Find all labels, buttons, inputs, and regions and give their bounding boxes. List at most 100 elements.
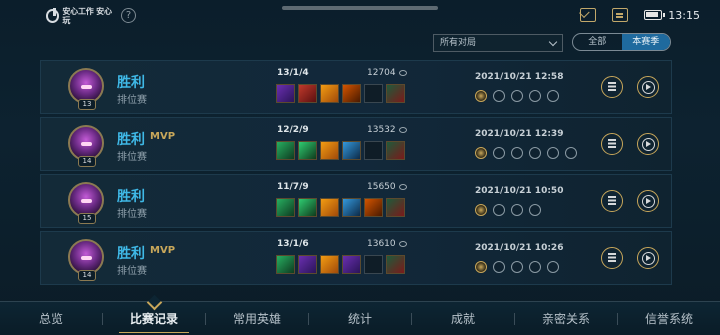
nav-overview[interactable]: 总览 xyxy=(0,302,102,335)
match-datetime: 2021/10/21 10:50 xyxy=(475,186,564,196)
rune-icon xyxy=(529,261,541,273)
match-row[interactable]: 14 胜利 MVP 排位赛 12/2/9 13532 2021/10/21 12… xyxy=(40,117,672,171)
season-option-current[interactable]: 本赛季 xyxy=(621,34,670,50)
item-slot[interactable] xyxy=(298,141,317,160)
chat-icon[interactable] xyxy=(612,8,629,22)
item-slot[interactable] xyxy=(298,84,317,103)
match-mode: 排位赛 xyxy=(117,95,147,106)
item-slot[interactable] xyxy=(364,198,383,217)
item-slot[interactable] xyxy=(320,198,339,217)
queue-filter-value: 所有对局 xyxy=(440,38,477,48)
match-gold: 12704 xyxy=(367,68,407,78)
clipboard-icon[interactable] xyxy=(580,8,597,22)
bottom-navigation: 总览 比赛记录 常用英雄 统计 成就 亲密关系 信誉系统 xyxy=(0,301,720,335)
match-row[interactable]: 15 胜利 排位赛 11/7/9 15650 2021/10/21 10:50 xyxy=(40,174,672,228)
help-icon[interactable]: ? xyxy=(121,8,136,23)
item-slot[interactable] xyxy=(276,141,295,160)
rune-list xyxy=(475,204,541,216)
match-datetime: 2021/10/21 12:58 xyxy=(475,72,564,82)
match-gold: 13610 xyxy=(367,239,407,249)
rune-icon xyxy=(511,90,523,102)
item-slot[interactable] xyxy=(276,255,295,274)
rune-list xyxy=(475,261,559,273)
drag-handle[interactable] xyxy=(282,6,438,10)
rune-icon xyxy=(511,204,523,216)
match-mode: 排位赛 xyxy=(117,266,147,277)
match-replay-button[interactable] xyxy=(637,133,659,155)
rune-icon xyxy=(529,147,541,159)
champion-level: 14 xyxy=(78,270,96,281)
rune-list xyxy=(475,147,577,159)
match-replay-button[interactable] xyxy=(637,190,659,212)
season-toggle[interactable]: 全部 本赛季 xyxy=(572,33,671,51)
match-row[interactable]: 14 胜利 MVP 排位赛 13/1/6 13610 2021/10/21 10… xyxy=(40,231,672,285)
item-slot[interactable] xyxy=(342,198,361,217)
logo-mark-icon xyxy=(46,8,60,23)
item-slot[interactable] xyxy=(342,255,361,274)
gold-value: 12704 xyxy=(367,68,396,78)
trinket-slot[interactable] xyxy=(386,141,405,160)
keystone-rune-icon xyxy=(475,261,487,273)
item-build xyxy=(276,141,405,160)
rune-icon xyxy=(547,90,559,102)
rune-icon xyxy=(493,204,505,216)
match-details-button[interactable] xyxy=(601,190,623,212)
item-slot[interactable] xyxy=(342,84,361,103)
keystone-rune-icon xyxy=(475,204,487,216)
trinket-slot[interactable] xyxy=(386,84,405,103)
rune-icon xyxy=(565,147,577,159)
nav-match-history[interactable]: 比赛记录 xyxy=(103,302,205,335)
item-slot[interactable] xyxy=(320,84,339,103)
match-details-button[interactable] xyxy=(601,133,623,155)
nav-favorite-champions[interactable]: 常用英雄 xyxy=(206,302,308,335)
match-kda: 13/1/6 xyxy=(277,239,309,249)
match-result: 胜利 xyxy=(117,246,145,262)
match-details-button[interactable] xyxy=(601,247,623,269)
item-slot[interactable] xyxy=(320,255,339,274)
item-slot[interactable] xyxy=(320,141,339,160)
trinket-slot[interactable] xyxy=(386,198,405,217)
item-slot[interactable] xyxy=(342,141,361,160)
match-result: 胜利 xyxy=(117,75,145,91)
chevron-down-icon xyxy=(548,37,558,47)
match-datetime: 2021/10/21 10:26 xyxy=(475,243,564,253)
match-replay-button[interactable] xyxy=(637,76,659,98)
rune-icon xyxy=(547,147,559,159)
gold-icon xyxy=(398,127,407,133)
mvp-badge: MVP xyxy=(150,245,176,256)
match-mode: 排位赛 xyxy=(117,152,147,163)
queue-filter-select[interactable]: 所有对局 xyxy=(433,34,563,52)
rune-icon xyxy=(493,261,505,273)
season-option-all[interactable]: 全部 xyxy=(573,34,622,50)
rune-icon xyxy=(511,147,523,159)
trinket-slot[interactable] xyxy=(386,255,405,274)
gold-value: 13532 xyxy=(367,125,396,135)
match-row[interactable]: 13 胜利 排位赛 13/1/4 12704 2021/10/21 12:58 xyxy=(40,60,672,114)
champion-level: 15 xyxy=(78,213,96,224)
nav-achievements[interactable]: 成就 xyxy=(412,302,514,335)
logo-text: 安心工作 安心玩 xyxy=(62,7,112,25)
champion-level: 14 xyxy=(78,156,96,167)
app-logo: 安心工作 安心玩 xyxy=(46,6,116,26)
item-slot[interactable] xyxy=(276,198,295,217)
match-details-button[interactable] xyxy=(601,76,623,98)
item-slot[interactable] xyxy=(276,84,295,103)
item-slot-empty xyxy=(364,141,383,160)
nav-relationships[interactable]: 亲密关系 xyxy=(515,302,617,335)
match-datetime: 2021/10/21 12:39 xyxy=(475,129,564,139)
item-slot-empty xyxy=(364,84,383,103)
item-build xyxy=(276,255,405,274)
item-build xyxy=(276,84,405,103)
match-replay-button[interactable] xyxy=(637,247,659,269)
nav-honor-system[interactable]: 信誉系统 xyxy=(618,302,720,335)
rune-icon xyxy=(493,90,505,102)
battery-icon xyxy=(644,10,666,20)
keystone-rune-icon xyxy=(475,147,487,159)
champion-level: 13 xyxy=(78,99,96,110)
nav-statistics[interactable]: 统计 xyxy=(309,302,411,335)
item-slot[interactable] xyxy=(298,255,317,274)
match-mode: 排位赛 xyxy=(117,209,147,220)
item-slot[interactable] xyxy=(298,198,317,217)
rune-icon xyxy=(547,261,559,273)
rune-icon xyxy=(511,261,523,273)
